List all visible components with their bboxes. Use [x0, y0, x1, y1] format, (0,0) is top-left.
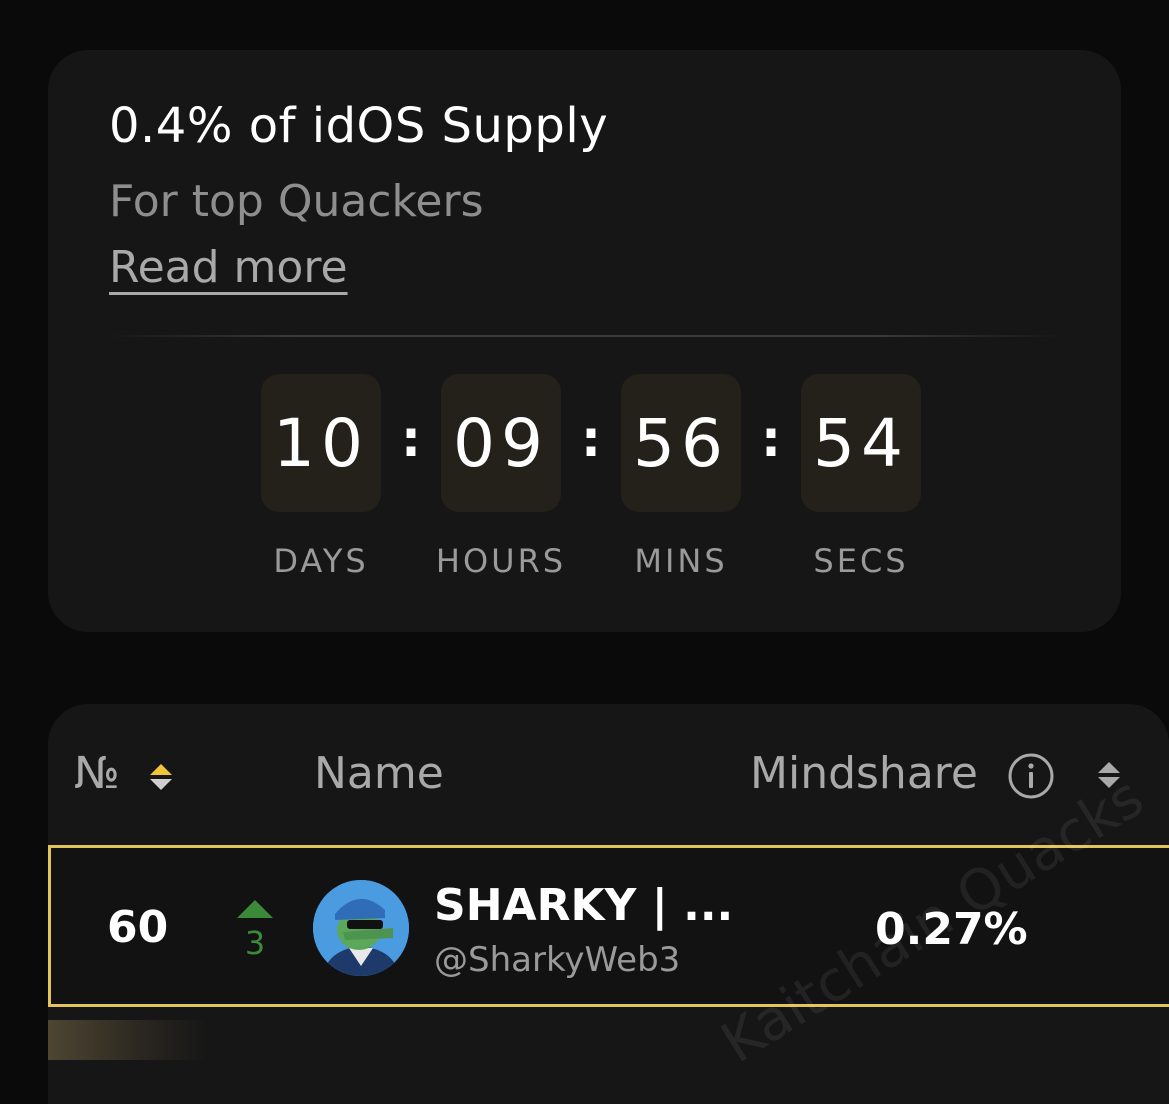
countdown-secs: 54 SECS — [801, 374, 921, 580]
secs-label: SECS — [813, 542, 909, 580]
mins-label: MINS — [634, 542, 728, 580]
countdown-days: 10 DAYS — [261, 374, 381, 580]
promo-card: 0.4% of idOS Supply For top Quackers Rea… — [48, 50, 1121, 632]
countdown-timer: 10 DAYS : 09 HOURS : 56 MINS : 54 SECS — [261, 374, 921, 594]
arrow-up-icon — [237, 900, 273, 918]
sort-number-icon[interactable] — [148, 762, 174, 792]
header-number: № — [74, 748, 120, 799]
countdown-mins: 56 MINS — [621, 374, 741, 580]
mins-value: 56 — [621, 374, 741, 512]
rank-change-value: 3 — [244, 924, 266, 962]
secs-value: 54 — [801, 374, 921, 512]
row-rank: 60 — [107, 902, 169, 953]
list-item[interactable] — [48, 1020, 208, 1060]
promo-subtitle: For top Quackers — [109, 176, 484, 227]
divider — [108, 335, 1063, 337]
avatar[interactable] — [313, 880, 409, 976]
table-row[interactable]: 60 3 SHARKY | ... @SharkyWeb3 0.27% Kait… — [48, 765, 1169, 1076]
rank-change: 3 — [235, 900, 275, 962]
separator: : — [761, 410, 781, 468]
hours-label: HOURS — [435, 542, 567, 580]
user-handle: @SharkyWeb3 — [434, 940, 681, 980]
avatar-icon — [313, 880, 409, 976]
hours-value: 09 — [441, 374, 561, 512]
days-value: 10 — [261, 374, 381, 512]
separator: : — [581, 410, 601, 468]
info-icon[interactable] — [1007, 752, 1055, 800]
days-label: DAYS — [273, 542, 369, 580]
separator: : — [401, 410, 421, 468]
read-more-link[interactable]: Read more — [109, 242, 348, 293]
countdown-hours: 09 HOURS — [436, 374, 563, 580]
promo-title: 0.4% of idOS Supply — [109, 98, 609, 154]
header-name: Name — [314, 748, 444, 799]
header-mindshare: Mindshare — [750, 748, 978, 799]
sort-mindshare-icon[interactable] — [1096, 760, 1122, 790]
user-name: SHARKY | ... — [434, 880, 734, 931]
mindshare-value: 0.27% — [875, 904, 1028, 955]
leaderboard-card: № Name Mindshare 60 3 SHARKY | ... @Shar… — [48, 704, 1169, 1104]
